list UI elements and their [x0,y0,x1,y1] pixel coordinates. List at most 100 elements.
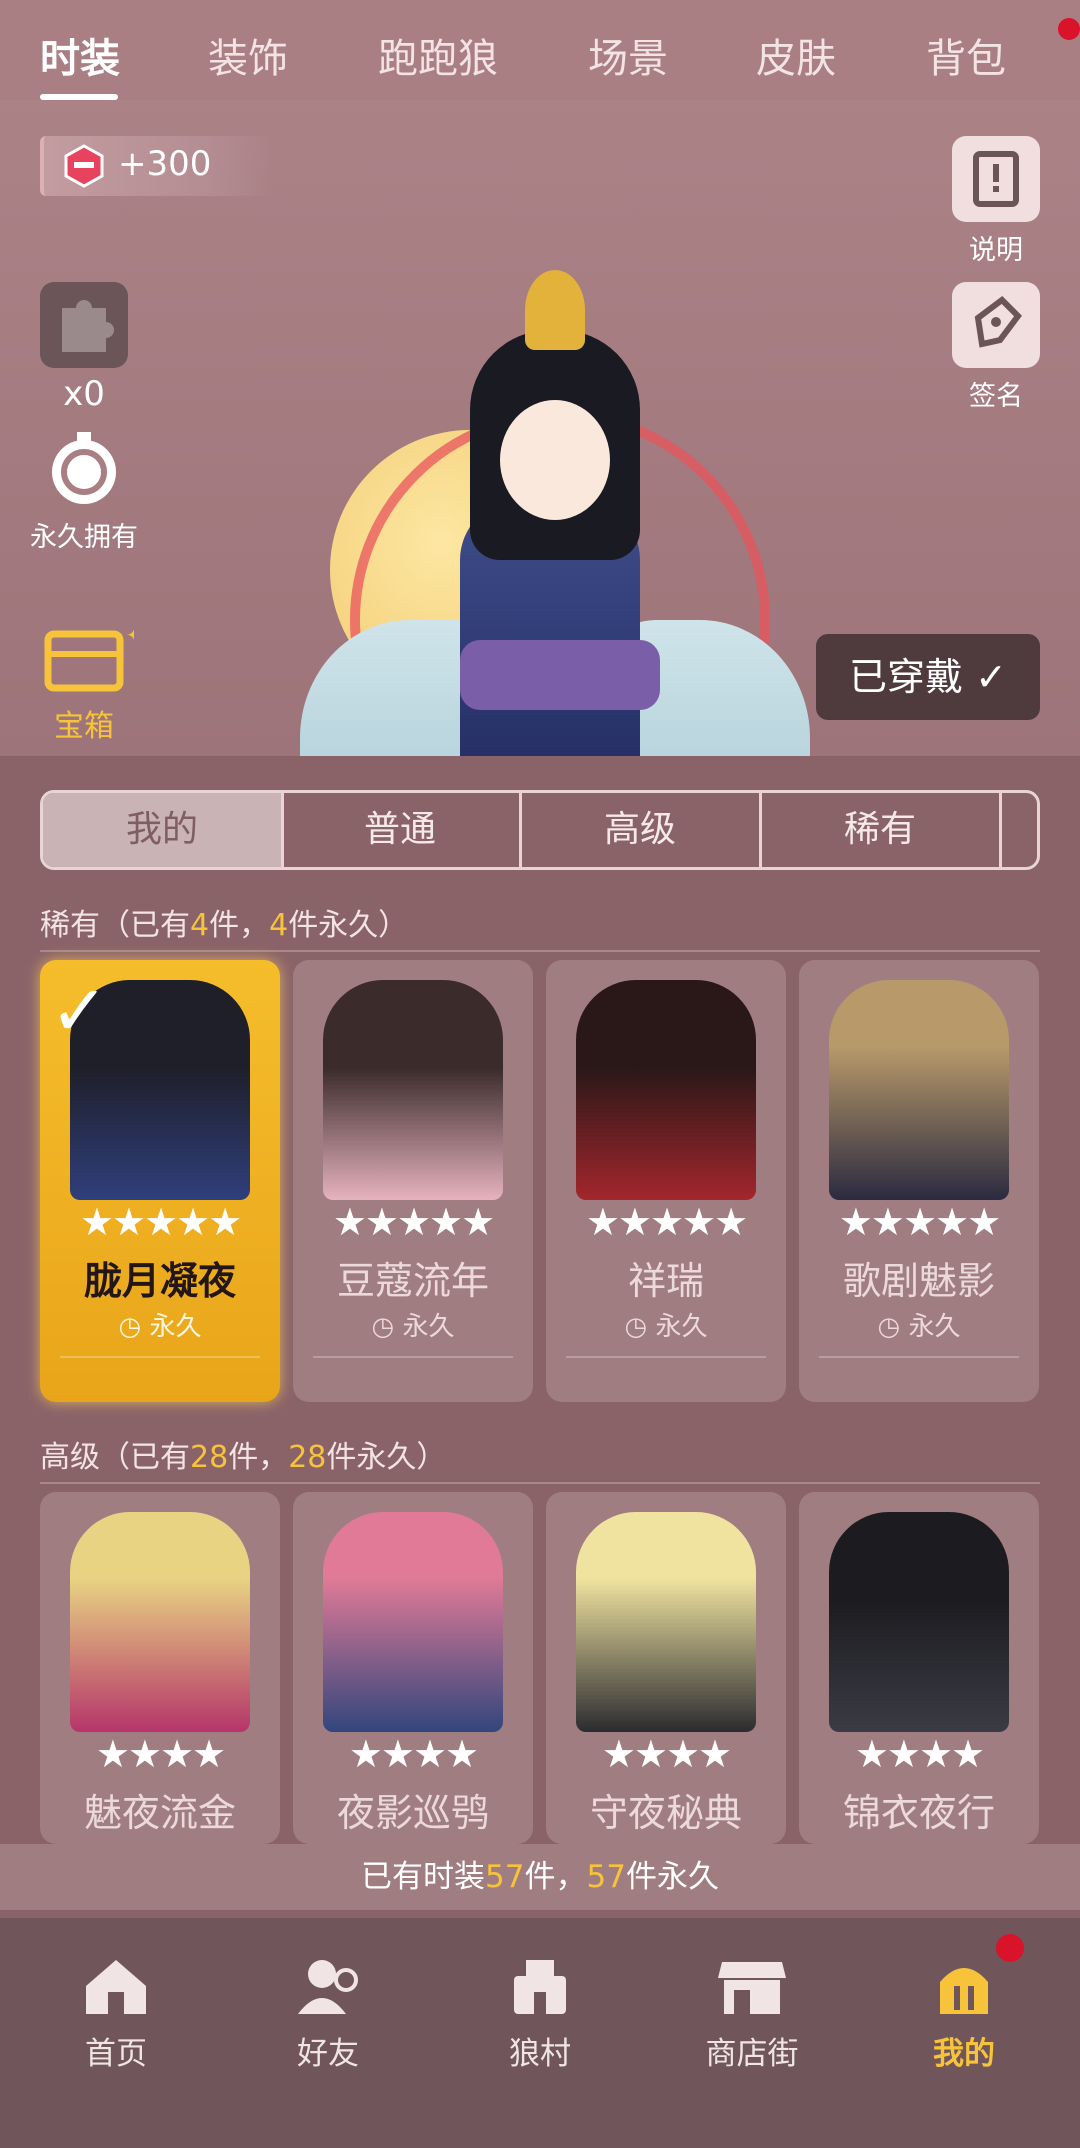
rare-title-suffix: 件永久） [288,908,409,943]
outfit-portrait [829,980,1009,1200]
selected-check-icon: ✓ [50,970,109,1052]
character-sash [460,640,660,710]
collection-summary: 已有时装57件，57件永久 [0,1844,1080,1910]
nav-shop-street[interactable]: 商店街 [652,1952,852,2073]
tab-backpack[interactable]: 背包 [926,26,1006,84]
outfit-name: 歌剧魅影 [842,1259,995,1303]
outfit-portrait [70,1512,250,1732]
notification-dot [1058,18,1080,40]
adv-count: 28 [190,1440,229,1475]
permanent-text: 永久 [655,1312,708,1342]
outfit-name: 魅夜流金 [83,1791,236,1835]
tab-decoration[interactable]: 装饰 [208,26,288,84]
rare-section-title: 稀有（已有4件，4件永久） [40,900,408,944]
permanent-text: 永久 [149,1312,202,1342]
rare-count: 4 [190,908,210,943]
chest-button[interactable]: ✦ 宝箱 [28,623,143,745]
nav-mine[interactable]: 我的 [864,1952,1064,2073]
tab-scene[interactable]: 场景 [588,26,668,84]
tab-normal[interactable]: 普通 [281,793,522,867]
star-rating: ★★★★ [601,1732,732,1776]
book-icon [952,136,1040,222]
home-icon [76,1952,156,2020]
sign-button[interactable]: 签名 [950,282,1042,413]
sign-label: 签名 [969,381,1023,412]
tab-advanced[interactable]: 高级 [521,793,762,867]
permanent-text: 永久 [402,1312,455,1342]
explain-button[interactable]: 说明 [950,136,1042,267]
outfit-name: 祥瑞 [627,1259,704,1303]
outfit-name: 守夜秘典 [589,1791,742,1835]
permanent-tag: ◷ 永久 [371,1312,455,1342]
outfit-card[interactable]: ★★★★ 魅夜流金 [40,1492,280,1844]
outfit-card[interactable]: ✓ ★★★★★ 胧月凝夜 ◷ 永久 [40,960,280,1402]
adv-title-suffix: 件永久） [326,1440,447,1475]
outfit-portrait [576,980,756,1200]
summary-suffix: 件永久 [625,1859,719,1895]
explain-label: 说明 [969,235,1023,266]
outfit-name: 锦衣夜行 [842,1791,995,1835]
outfit-name: 胧月凝夜 [83,1259,236,1303]
bottom-nav: 首页 好友 狼村 商店街 我的 [0,1918,1080,2148]
rare-perm-count: 4 [269,908,289,943]
card-divider [60,1356,260,1358]
advanced-section-title: 高级（已有28件，28件永久） [40,1432,446,1476]
permanent-tag: ◷ 永久 [877,1312,961,1342]
star-rating: ★★★★ [95,1732,226,1776]
top-tab-bar: 时装 装饰 跑跑狼 场景 皮肤 背包 [0,0,1080,100]
permanent-text: 永久 [908,1312,961,1342]
nav-wolf-village[interactable]: 狼村 [440,1952,640,2073]
nav-mine-label: 我的 [933,2036,995,2072]
outfit-portrait [829,1512,1009,1732]
equipped-button[interactable]: 已穿戴 ✓ [816,634,1040,720]
nav-friends[interactable]: 好友 [228,1952,428,2073]
character-face [500,400,610,520]
stopwatch-icon [52,432,116,504]
outfit-card[interactable]: ★★★★★ 祥瑞 ◷ 永久 [546,960,786,1402]
outfit-card[interactable]: ★★★★ 锦衣夜行 [799,1492,1039,1844]
nav-friends-label: 好友 [297,2036,359,2072]
card-divider [566,1356,766,1358]
star-rating: ★★★★ [348,1732,479,1776]
puzzle-button[interactable]: x0 [38,282,130,414]
tab-skin[interactable]: 皮肤 [756,26,836,84]
summary-perm-count: 57 [586,1859,626,1895]
card-divider [313,1356,513,1358]
outfit-card[interactable]: ★★★★ 夜影巡鸮 [293,1492,533,1844]
outfit-card[interactable]: ★★★★ 守夜秘典 [546,1492,786,1844]
profile-icon [924,1952,1004,2020]
tab-rare[interactable]: 稀有 [761,793,1002,867]
star-rating: ★★★★ [854,1732,985,1776]
summary-count: 57 [485,1859,525,1895]
star-rating: ★★★★★ [79,1200,242,1244]
permanent-button[interactable]: 永久拥有 [20,428,148,554]
gem-icon [64,144,104,188]
outfit-card[interactable]: ★★★★★ 歌剧魅影 ◷ 永久 [799,960,1039,1402]
star-rating: ★★★★★ [332,1200,495,1244]
puzzle-count: x0 [63,374,105,414]
rarity-tab-bar: 我的 普通 高级 稀有 [40,790,1040,870]
outfit-name: 豆蔻流年 [336,1259,489,1303]
section-divider [40,950,1040,952]
outfit-portrait [323,1512,503,1732]
tab-fashion[interactable]: 时装 [40,26,120,84]
outfit-card[interactable]: ★★★★★ 豆蔻流年 ◷ 永久 [293,960,533,1402]
notification-dot [996,1934,1024,1962]
currency-display[interactable]: +300 [40,136,274,196]
currency-amount: +300 [118,144,212,184]
summary-mid: 件， [524,1859,587,1895]
permanent-tag: ◷ 永久 [118,1312,202,1342]
puzzle-icon [40,282,128,368]
adv-title-mid: 件， [228,1440,289,1475]
star-rating: ★★★★★ [838,1200,1001,1244]
permanent-label: 永久拥有 [30,522,138,553]
tab-mine[interactable]: 我的 [43,793,284,867]
tab-runner-wolf[interactable]: 跑跑狼 [378,26,498,84]
star-rating: ★★★★★ [585,1200,748,1244]
svg-text:✦: ✦ [126,624,134,647]
chest-label: 宝箱 [54,709,114,744]
nav-wolf-village-label: 狼村 [509,2036,571,2072]
adv-title-prefix: 高级（已有 [40,1440,190,1475]
nav-shop-street-label: 商店街 [705,2036,799,2072]
nav-home[interactable]: 首页 [16,1952,216,2073]
